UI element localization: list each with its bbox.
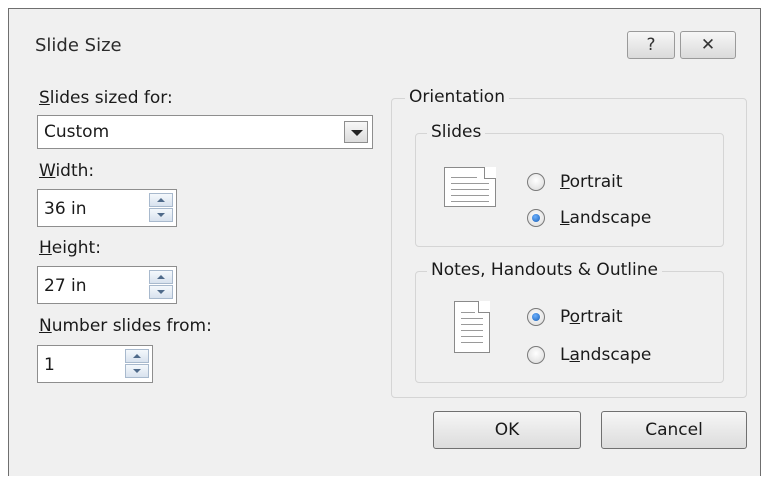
slide-size-dialog: Slide Size ? ✕ Slides sized for: Custom … — [8, 8, 761, 476]
ok-button-label: OK — [494, 420, 520, 440]
close-icon: ✕ — [700, 35, 716, 55]
height-spin-arrows[interactable] — [149, 270, 173, 300]
height-increment-icon[interactable] — [149, 270, 173, 284]
slides-portrait-radio[interactable] — [527, 173, 545, 191]
close-button[interactable]: ✕ — [680, 31, 736, 59]
notes-landscape-label[interactable]: Landscape — [560, 345, 651, 365]
number-slides-from-spinner[interactable]: 1 — [37, 345, 153, 383]
height-label: Height: — [39, 238, 101, 258]
slides-sized-for-label: Slides sized for: — [39, 88, 173, 108]
height-decrement-icon[interactable] — [149, 285, 173, 299]
width-spin-arrows[interactable] — [149, 193, 173, 223]
height-value: 27 in — [44, 276, 87, 296]
help-icon: ? — [646, 35, 656, 55]
slides-sized-for-dropdown[interactable]: Custom — [37, 115, 373, 149]
cancel-button-label: Cancel — [645, 420, 703, 440]
slides-sized-for-value: Custom — [44, 122, 110, 142]
dialog-title: Slide Size — [35, 35, 122, 56]
slides-orientation-title: Slides — [427, 122, 486, 142]
notes-orientation-title: Notes, Handouts & Outline — [427, 260, 662, 280]
title-bar[interactable]: Slide Size ? ✕ — [9, 9, 760, 77]
landscape-page-icon — [444, 167, 496, 207]
width-decrement-icon[interactable] — [149, 208, 173, 222]
width-increment-icon[interactable] — [149, 193, 173, 207]
number-spin-arrows[interactable] — [125, 349, 149, 379]
orientation-title: Orientation — [405, 87, 509, 107]
notes-portrait-label[interactable]: Portrait — [560, 307, 623, 327]
slides-landscape-label[interactable]: Landscape — [560, 208, 651, 228]
number-decrement-icon[interactable] — [125, 364, 149, 378]
notes-landscape-radio[interactable] — [527, 346, 545, 364]
chevron-down-icon[interactable] — [344, 121, 368, 143]
cancel-button[interactable]: Cancel — [601, 411, 747, 449]
notes-portrait-radio[interactable] — [527, 308, 545, 326]
portrait-page-icon — [454, 301, 490, 353]
height-spinner[interactable]: 27 in — [37, 266, 177, 304]
slides-portrait-label[interactable]: Portrait — [560, 172, 623, 192]
help-button[interactable]: ? — [627, 31, 675, 59]
width-label: Width: — [39, 161, 95, 181]
number-increment-icon[interactable] — [125, 349, 149, 363]
number-slides-from-value: 1 — [44, 355, 55, 375]
slides-landscape-radio[interactable] — [527, 209, 545, 227]
ok-button[interactable]: OK — [433, 411, 581, 449]
width-value: 36 in — [44, 199, 87, 219]
width-spinner[interactable]: 36 in — [37, 189, 177, 227]
number-slides-from-label: Number slides from: — [39, 316, 212, 336]
